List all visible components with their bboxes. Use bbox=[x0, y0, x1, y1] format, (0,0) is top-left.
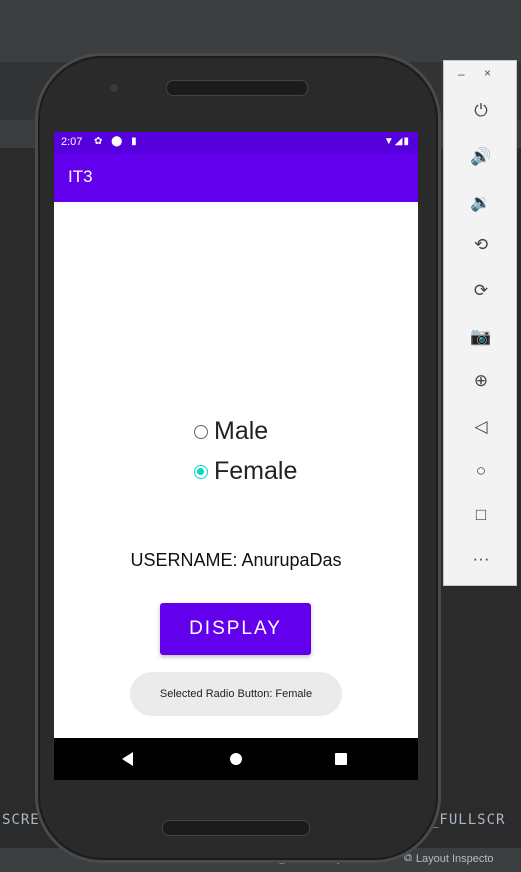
radio-female-label: Female bbox=[214, 457, 298, 485]
radio-female[interactable]: Female bbox=[194, 457, 297, 486]
bottom-speaker bbox=[162, 820, 310, 836]
close-icon[interactable]: × bbox=[484, 66, 491, 80]
camera-icon[interactable]: 📷 bbox=[444, 325, 518, 349]
editor-code-text-left: SCRE bbox=[2, 812, 40, 828]
overview-icon[interactable]: □ bbox=[444, 503, 518, 527]
system-status-icons: ▼◢▮ bbox=[383, 136, 410, 147]
layout-inspector-label: Layout Inspecto bbox=[415, 852, 494, 865]
android-nav-bar bbox=[54, 738, 418, 780]
radio-male-label: Male bbox=[214, 417, 269, 445]
home-icon[interactable]: ○ bbox=[444, 459, 518, 483]
status-time: 2:07 bbox=[61, 136, 83, 148]
top-speaker bbox=[166, 80, 308, 96]
volume-down-icon[interactable]: 🔉 bbox=[444, 191, 518, 215]
rotate-right-icon[interactable]: ⟳ bbox=[444, 279, 518, 303]
display-button[interactable]: DISPLAY bbox=[160, 603, 311, 655]
username-text: USERNAME: AnurupaDas bbox=[130, 550, 342, 570]
layout-inspector-button[interactable]: ⧉ Layout Inspecto bbox=[404, 852, 494, 865]
layout-inspector-icon: ⧉ bbox=[404, 852, 412, 864]
back-icon[interactable]: ◁ bbox=[444, 415, 518, 439]
app-title: IT3 bbox=[68, 167, 93, 186]
radio-male[interactable]: Male bbox=[194, 417, 268, 446]
minimize-icon[interactable]: – bbox=[458, 67, 465, 81]
volume-up-icon[interactable]: 🔊 bbox=[444, 145, 518, 169]
emulator-toolbar: – × ⏻ 🔊 🔉 ⟲ ⟳ 📷 ⊕ ◁ ○ □ ··· bbox=[443, 60, 517, 586]
toast-message: Selected Radio Button: Female bbox=[130, 672, 342, 716]
editor-code-text-right: _FULLSCR bbox=[430, 812, 506, 828]
nav-back-icon[interactable] bbox=[122, 752, 133, 766]
power-icon[interactable]: ⏻ bbox=[444, 99, 518, 123]
zoom-icon[interactable]: ⊕ bbox=[444, 369, 518, 393]
nav-home-icon[interactable] bbox=[230, 753, 242, 765]
front-camera bbox=[110, 84, 118, 92]
more-icon[interactable]: ··· bbox=[444, 547, 518, 571]
rotate-left-icon[interactable]: ⟲ bbox=[444, 233, 518, 257]
emulator-device-frame: 2:07 ✿ ⬤ ▮ ▼◢▮ IT3 Male Female USERNAME:… bbox=[38, 56, 438, 860]
ide-title-area bbox=[0, 0, 521, 62]
radio-checked-icon[interactable] bbox=[194, 464, 208, 479]
app-bar: IT3 bbox=[54, 153, 418, 202]
android-status-bar: 2:07 ✿ ⬤ ▮ ▼◢▮ bbox=[54, 132, 418, 153]
radio-unchecked-icon[interactable] bbox=[194, 424, 208, 439]
device-screen: 2:07 ✿ ⬤ ▮ ▼◢▮ IT3 Male Female USERNAME:… bbox=[54, 132, 418, 780]
notification-icons: ✿ ⬤ ▮ bbox=[94, 136, 140, 147]
nav-recents-icon[interactable] bbox=[335, 753, 347, 765]
